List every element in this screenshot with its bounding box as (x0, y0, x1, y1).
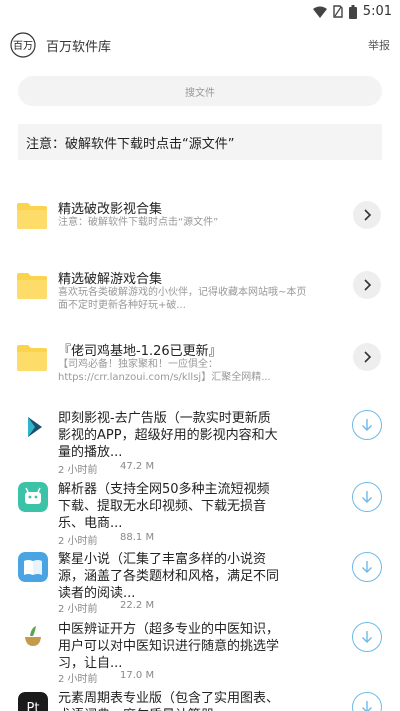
sim-icon (333, 5, 343, 18)
play-icon (18, 412, 48, 442)
app-time: 2 小时前 (58, 465, 98, 476)
report-button[interactable]: 举报 (368, 37, 390, 53)
app-name: 元素周期表专业版（包含了实用图表、术语词典、摩尔质量计算器... (58, 691, 280, 711)
folder-item[interactable]: 精选破改影视合集 注意：破解软件下载时点击“源文件” (0, 192, 400, 242)
chevron-right-icon (364, 351, 372, 363)
app-time: 2 小时前 (58, 536, 98, 547)
app-size: 22.2 M (120, 600, 155, 611)
open-folder-button[interactable] (353, 343, 381, 371)
chevron-right-icon (364, 279, 372, 291)
download-arrow-icon (362, 701, 372, 711)
download-arrow-icon (362, 491, 372, 503)
download-button[interactable] (352, 410, 382, 440)
app-size: 88.1 M (120, 532, 155, 543)
status-bar: 5:01 (0, 0, 400, 24)
app-list-item[interactable]: 解析器（支持全网50多种主流短视频下载、提取无水印视频、下载无损音乐、电商...… (0, 478, 400, 548)
folder-desc: 【司鸡必备！独家聚和！一应俱全：https://crr.lanzoui.com/… (58, 359, 271, 383)
folder-desc: 注意：破解软件下载时点击“源文件” (58, 217, 219, 228)
folder-desc: 喜欢玩各类破解游戏的小伙伴，记得收藏本网站哦~本页面不定时更新各种好玩+破... (58, 287, 307, 311)
notice-banner: 注意：破解软件下载时点击“源文件” (18, 124, 382, 160)
android-robot-icon (18, 482, 48, 512)
app-name: 解析器（支持全网50多种主流短视频下载、提取无水印视频、下载无损音乐、电商... (58, 482, 270, 531)
app-size: 17.0 M (120, 670, 155, 681)
app-time: 2 小时前 (58, 674, 98, 685)
open-folder-button[interactable] (353, 271, 381, 299)
status-time: 5:01 (362, 4, 392, 19)
app-list-item[interactable]: 繁星小说（汇集了丰富多样的小说资源，涵盖了各类题材和风格，满足不同读者的阅读..… (0, 548, 400, 618)
app-list-item[interactable]: 中医辨证开方（超多专业的中医知识，用户可以对中医知识进行随意的挑选学习，让自..… (0, 618, 400, 688)
app-name: 中医辨证开方（超多专业的中医知识，用户可以对中医知识进行随意的挑选学习，让自..… (58, 622, 280, 671)
download-arrow-icon (362, 631, 372, 643)
book-icon (18, 552, 48, 582)
download-button[interactable] (352, 692, 382, 711)
status-icons: 5:01 (312, 4, 392, 19)
open-folder-button[interactable] (353, 201, 381, 229)
folder-title: 精选破改影视合集 (58, 202, 163, 217)
app-time: 2 小时前 (58, 604, 98, 615)
app-name: 繁星小说（汇集了丰富多样的小说资源，涵盖了各类题材和风格，满足不同读者的阅读..… (58, 552, 280, 601)
search-placeholder: 搜文件 (185, 87, 215, 99)
folder-title: 『佬司鸡基地-1.26已更新』 (58, 344, 222, 359)
herb-bowl-icon (18, 622, 48, 652)
app-size: 47.2 M (120, 461, 155, 472)
folder-title: 精选破解游戏合集 (58, 272, 163, 287)
download-button[interactable] (352, 552, 382, 582)
periodic-table-icon: Pt (18, 692, 48, 711)
download-button[interactable] (352, 482, 382, 512)
download-arrow-icon (362, 561, 372, 573)
folder-icon (17, 273, 47, 299)
logo-text: 百万 (13, 40, 33, 52)
search-input[interactable]: 搜文件 (18, 76, 382, 106)
app-title: 百万软件库 (46, 40, 112, 55)
app-list-item[interactable]: Pt 元素周期表专业版（包含了实用图表、术语词典、摩尔质量计算器... (0, 688, 400, 711)
folder-icon (17, 345, 47, 371)
app-header: 百万 百万软件库 举报 (0, 24, 400, 68)
download-arrow-icon (362, 419, 372, 431)
folder-icon (17, 203, 47, 229)
wifi-icon (312, 6, 327, 18)
folder-item[interactable]: 精选破解游戏合集 喜欢玩各类破解游戏的小伙伴，记得收藏本网站哦~本页面不定时更新… (0, 262, 400, 318)
download-button[interactable] (352, 622, 382, 652)
chevron-right-icon (364, 209, 372, 221)
app-list-item[interactable]: 即刻影视-去广告版（一款实时更新质影视的APP，超级好用的影视内容和大量的播放.… (0, 404, 400, 476)
battery-icon (348, 4, 357, 19)
notice-text: 注意：破解软件下载时点击“源文件” (26, 136, 235, 152)
folder-item[interactable]: 『佬司鸡基地-1.26已更新』 【司鸡必备！独家聚和！一应俱全：https://… (0, 334, 400, 390)
app-logo: 百万 (10, 32, 36, 58)
app-name: 即刻影视-去广告版（一款实时更新质影视的APP，超级好用的影视内容和大量的播放.… (58, 411, 278, 460)
svg-text:Pt: Pt (27, 701, 40, 711)
